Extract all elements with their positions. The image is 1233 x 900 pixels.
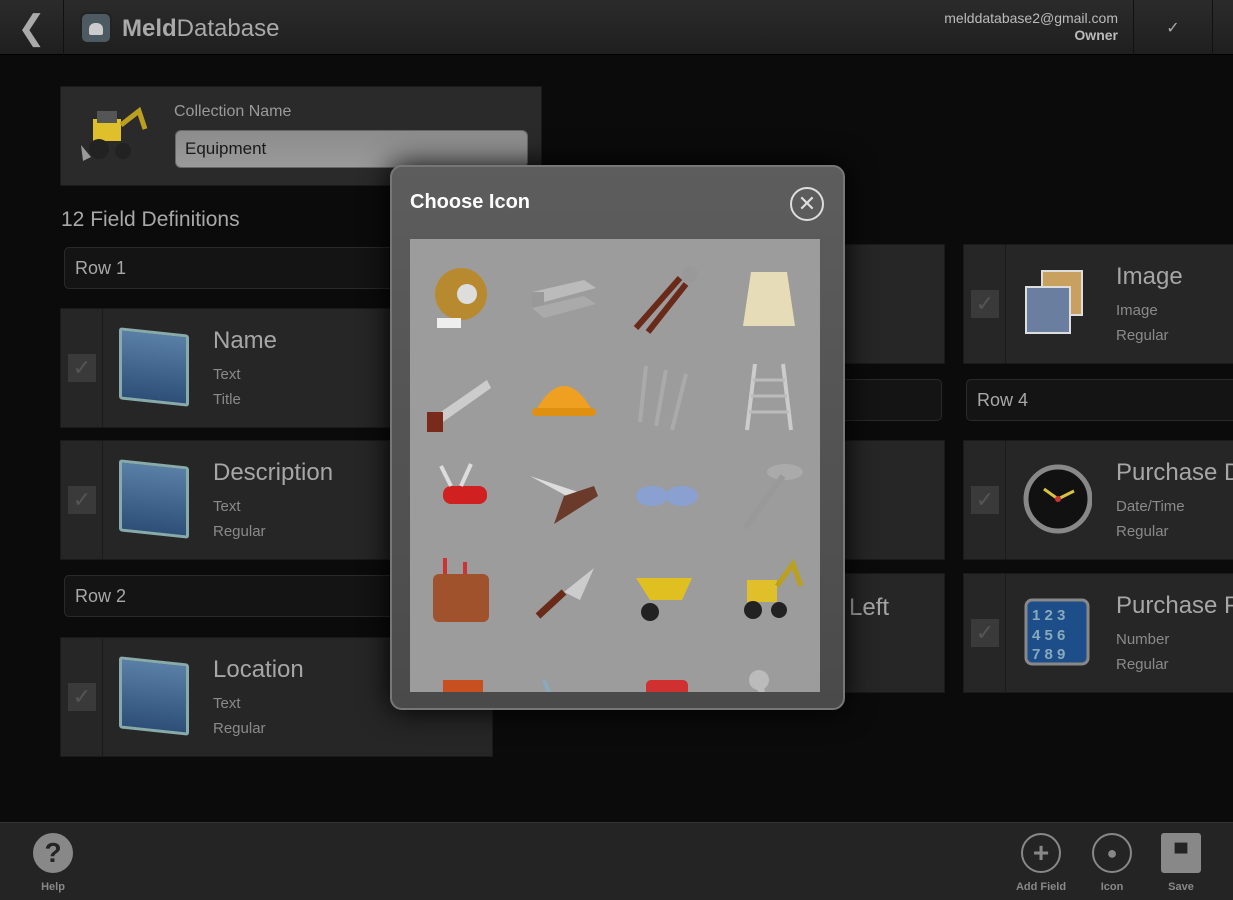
choose-icon-dialog: Choose Icon ✕ bbox=[390, 165, 845, 710]
floppy-disk-icon: ▀ bbox=[1161, 833, 1201, 873]
account-role: Owner bbox=[1074, 27, 1118, 43]
field-checkbox[interactable]: ✓ bbox=[61, 638, 103, 756]
forklift-icon[interactable] bbox=[410, 641, 513, 692]
pocket-knife-icon[interactable] bbox=[410, 445, 513, 543]
field-title: Location bbox=[213, 656, 304, 683]
field-title: Description bbox=[213, 459, 334, 486]
icon-button[interactable]: ● Icon bbox=[1077, 833, 1147, 893]
nails-icon[interactable] bbox=[615, 347, 718, 445]
gas-can-icon[interactable] bbox=[615, 641, 718, 692]
svg-text:4 5 6: 4 5 6 bbox=[1032, 627, 1065, 644]
text-document-icon bbox=[119, 656, 189, 736]
bottom-toolbar: ? Help + Add Field ● Icon ▀ Save bbox=[0, 822, 1233, 900]
account-info[interactable]: melddatabase2@gmail.com Owner bbox=[944, 10, 1118, 44]
field-type: Image bbox=[1116, 302, 1158, 319]
save-button[interactable]: ▀ Save bbox=[1146, 833, 1216, 893]
field-style: Regular bbox=[1116, 656, 1169, 673]
field-card[interactable]: ✓ Purchase D Date/Time Regular bbox=[963, 440, 1233, 560]
top-bar: ❮ MeldDatabase melddatabase2@gmail.com Ow… bbox=[0, 0, 1233, 55]
field-type: Text bbox=[213, 498, 241, 515]
back-button[interactable]: ❮ bbox=[0, 0, 64, 55]
trowel-icon[interactable] bbox=[513, 543, 616, 641]
backhoe-icon[interactable] bbox=[718, 543, 821, 641]
field-style: Title bbox=[213, 391, 241, 408]
text-document-icon bbox=[119, 459, 189, 539]
field-checkbox[interactable]: ✓ bbox=[61, 441, 103, 559]
field-style: Regular bbox=[1116, 327, 1169, 344]
confirm-button[interactable]: ✓ bbox=[1133, 0, 1213, 55]
keypad-icon: 1 2 3 4 5 6 7 8 9 bbox=[1024, 598, 1090, 666]
hand-truck-icon[interactable] bbox=[513, 641, 616, 692]
folding-knife-icon[interactable] bbox=[513, 445, 616, 543]
tool-belt-icon[interactable] bbox=[410, 543, 513, 641]
steel-beam-icon[interactable] bbox=[513, 249, 616, 347]
icon-grid[interactable] bbox=[410, 239, 820, 692]
duct-tape-icon[interactable] bbox=[410, 249, 513, 347]
app-title: MeldDatabase bbox=[122, 15, 280, 42]
field-definitions-heading: 12 Field Definitions bbox=[61, 208, 240, 231]
dot-circle-icon: ● bbox=[1092, 833, 1132, 873]
add-field-button[interactable]: + Add Field bbox=[1006, 833, 1076, 893]
close-circle-icon[interactable]: ✕ bbox=[790, 187, 824, 221]
collection-name-input[interactable]: Equipment bbox=[175, 130, 528, 168]
checkmark-icon: ✓ bbox=[1166, 19, 1180, 37]
field-checkbox[interactable]: ✓ bbox=[964, 574, 1006, 692]
field-style: Regular bbox=[213, 720, 266, 737]
field-checkbox[interactable]: ✓ bbox=[61, 309, 103, 427]
ladder-icon[interactable] bbox=[718, 347, 821, 445]
field-checkbox[interactable]: ✓ bbox=[964, 441, 1006, 559]
collection-name-label: Collection Name bbox=[174, 103, 292, 120]
backhoe-icon[interactable] bbox=[79, 105, 149, 167]
plus-circle-icon: + bbox=[1021, 833, 1061, 873]
field-style: Regular bbox=[1116, 523, 1169, 540]
field-title: Left bbox=[849, 594, 890, 621]
photos-icon bbox=[1025, 270, 1083, 334]
text-document-icon bbox=[119, 327, 189, 407]
field-type: Text bbox=[213, 695, 241, 712]
field-style: Regular bbox=[213, 523, 266, 540]
field-title: Purchase D bbox=[1116, 459, 1233, 486]
field-checkbox[interactable]: ✓ bbox=[964, 245, 1006, 363]
safety-glasses-icon[interactable] bbox=[615, 445, 718, 543]
field-type: Date/Time bbox=[1116, 498, 1185, 515]
bolt-cutter-icon[interactable] bbox=[615, 249, 718, 347]
hard-hat-icon[interactable] bbox=[513, 347, 616, 445]
field-card[interactable]: ✓ Image Image Regular bbox=[963, 244, 1233, 364]
field-card[interactable]: ✓ 1 2 3 4 5 6 7 8 9 Purchase P Number Regu… bbox=[963, 573, 1233, 693]
help-button[interactable]: ? Help bbox=[18, 833, 88, 893]
field-title: Name bbox=[213, 327, 278, 354]
sack-icon[interactable] bbox=[718, 249, 821, 347]
app-logo-icon bbox=[80, 12, 112, 44]
field-type: Number bbox=[1116, 631, 1170, 648]
wheelbarrow-icon[interactable] bbox=[615, 543, 718, 641]
wrench-icon[interactable] bbox=[718, 641, 821, 692]
chevron-left-icon: ❮ bbox=[17, 8, 46, 47]
field-title: Purchase P bbox=[1116, 592, 1233, 619]
screw-icon[interactable] bbox=[718, 445, 821, 543]
saw-icon[interactable] bbox=[410, 347, 513, 445]
help-icon: ? bbox=[33, 833, 73, 873]
row-header[interactable]: Row 4 bbox=[966, 379, 1233, 421]
clock-icon bbox=[1023, 464, 1092, 534]
svg-text:7 8 9: 7 8 9 bbox=[1032, 646, 1065, 663]
account-email: melddatabase2@gmail.com bbox=[944, 10, 1118, 26]
svg-text:1 2 3: 1 2 3 bbox=[1032, 607, 1065, 624]
dialog-title: Choose Icon bbox=[410, 191, 531, 213]
field-type: Text bbox=[213, 366, 241, 383]
field-title: Image bbox=[1116, 263, 1183, 290]
